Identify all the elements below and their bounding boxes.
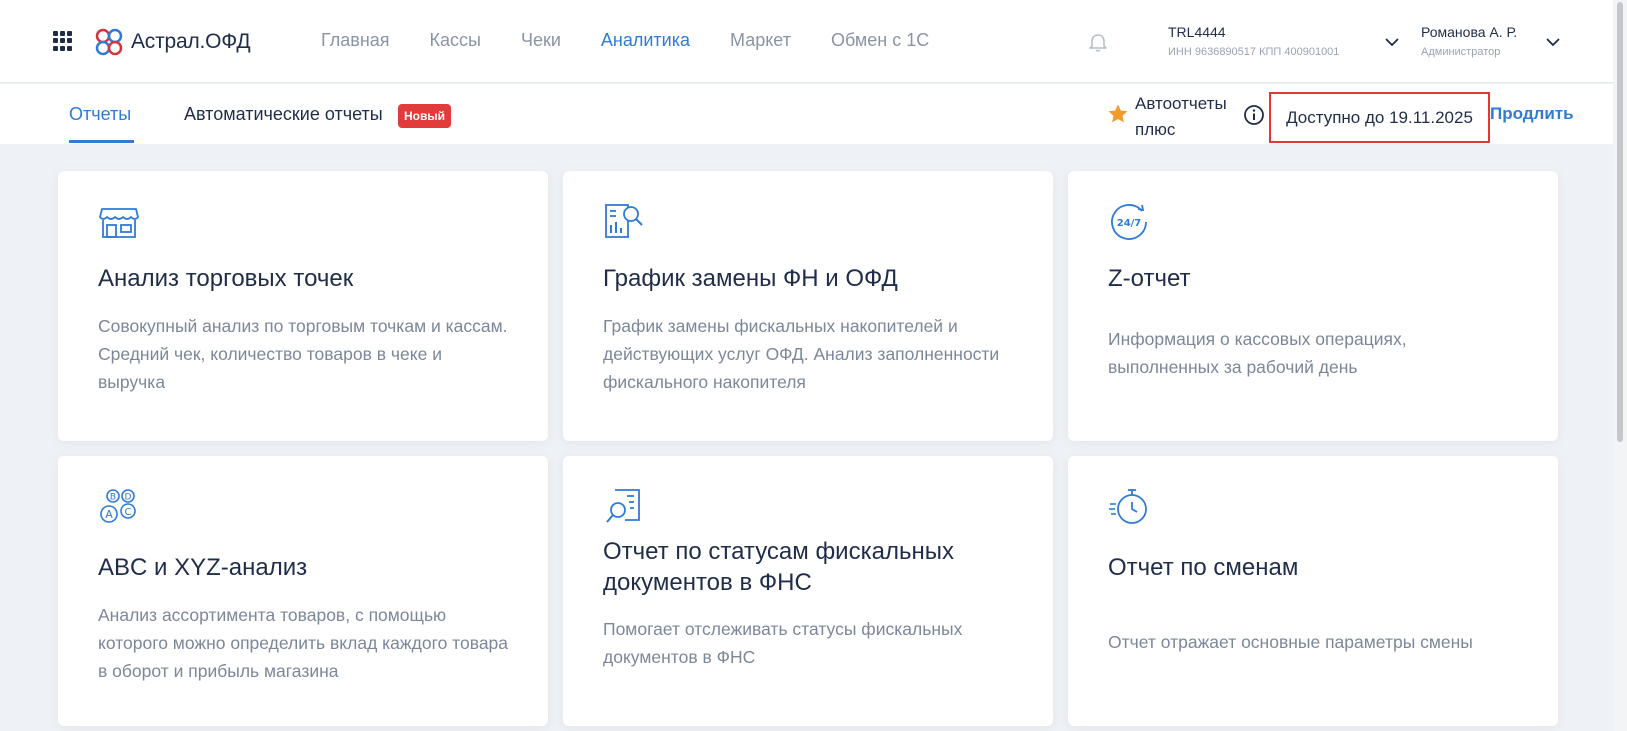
nav-analytics[interactable]: Аналитика — [601, 30, 690, 51]
nav-cash-registers[interactable]: Кассы — [430, 30, 481, 51]
nav-receipts[interactable]: Чеки — [521, 30, 561, 51]
card-title: Отчет по сменам — [1108, 554, 1299, 581]
abcd-circles-icon: B D A C — [100, 489, 136, 523]
card-description: График замены фискальных накопителей и д… — [603, 316, 1000, 392]
svg-text:B: B — [110, 493, 116, 503]
main-nav: Главная Кассы Чеки Аналитика Маркет Обме… — [321, 30, 969, 51]
scrollbar-thumb[interactable] — [1617, 2, 1623, 442]
card-title: Анализ торговых точек — [98, 265, 354, 292]
active-tab-indicator — [69, 140, 134, 143]
organization-name: TRL4444 — [1168, 24, 1226, 40]
card-title: Z-отчет — [1108, 265, 1191, 292]
svg-text:A: A — [105, 508, 113, 521]
info-icon[interactable] — [1243, 104, 1265, 126]
nav-home[interactable]: Главная — [321, 30, 390, 51]
availability-date: Доступно до 19.11.2025 — [1269, 92, 1490, 143]
apps-grid-icon[interactable] — [53, 31, 73, 51]
svg-text:C: C — [125, 507, 132, 518]
user-chevron-down-icon[interactable] — [1544, 33, 1562, 51]
card-title: График замены ФН и ОФД — [603, 265, 898, 292]
reports-grid: Анализ торговых точек Совокупный анализ … — [58, 171, 1560, 726]
card-title: Отчет по статусам фискальных документов … — [603, 538, 954, 596]
bell-icon[interactable] — [1087, 32, 1109, 54]
card-description: Совокупный анализ по торговым точкам и к… — [98, 316, 508, 392]
card-title: ABC и XYZ-анализ — [98, 554, 308, 581]
report-card-fn-schedule[interactable]: График замены ФН и ОФД График замены фис… — [563, 171, 1053, 441]
logo-text: Астрал.ОФД — [131, 30, 251, 53]
tab-reports[interactable]: Отчеты — [69, 104, 131, 125]
report-card-z-report[interactable]: 24/7 Z-отчет Информация о кассовых опера… — [1068, 171, 1558, 441]
card-description: Отчет отражает основные параметры смены — [1108, 632, 1473, 652]
report-card-abc-xyz[interactable]: B D A C ABC и XYZ-анализ Анализ ассортим… — [58, 456, 548, 726]
logo[interactable]: Астрал.ОФД — [93, 26, 251, 58]
extend-link[interactable]: Продлить — [1490, 104, 1574, 124]
document-search-icon — [606, 489, 640, 523]
report-card-trade-points[interactable]: Анализ торговых точек Совокупный анализ … — [58, 171, 548, 441]
organization-selector[interactable]: TRL4444 ИНН 9636890517 КПП 400901001 — [1168, 24, 1339, 58]
nav-market[interactable]: Маркет — [730, 30, 791, 51]
card-description: Помогает отслеживать статусы фискальных … — [603, 619, 963, 667]
svg-text:D: D — [125, 493, 132, 503]
report-search-icon — [605, 204, 643, 238]
nav-exchange-1c[interactable]: Обмен с 1С — [831, 30, 929, 51]
tab-automatic-reports[interactable]: Автоматические отчеты — [184, 104, 383, 125]
organization-chevron-down-icon[interactable] — [1383, 33, 1401, 51]
new-badge: Новый — [398, 104, 451, 128]
store-icon — [99, 208, 139, 238]
organization-details: ИНН 9636890517 КПП 400901001 — [1168, 46, 1340, 58]
user-role: Администратор — [1421, 46, 1501, 58]
clock-24-7-icon: 24/7 — [1111, 204, 1147, 240]
user-name: Романова А. Р. — [1421, 24, 1518, 40]
report-card-fiscal-statuses[interactable]: Отчет по статусам фискальных документов … — [563, 456, 1053, 726]
card-description: Информация о кассовых операциях, выполне… — [1108, 329, 1407, 377]
logo-icon — [95, 28, 123, 56]
stopwatch-icon — [1109, 489, 1147, 524]
report-card-shifts[interactable]: Отчет по сменам Отчет отражает основные … — [1068, 456, 1558, 726]
svg-text:24/7: 24/7 — [1117, 218, 1142, 229]
top-header: Астрал.ОФД Главная Кассы Чеки Аналитика … — [0, 0, 1627, 83]
star-icon — [1108, 104, 1128, 123]
user-menu[interactable]: Романова А. Р. Администратор — [1421, 24, 1517, 58]
card-description: Анализ ассортимента товаров, с помощью к… — [98, 605, 509, 681]
